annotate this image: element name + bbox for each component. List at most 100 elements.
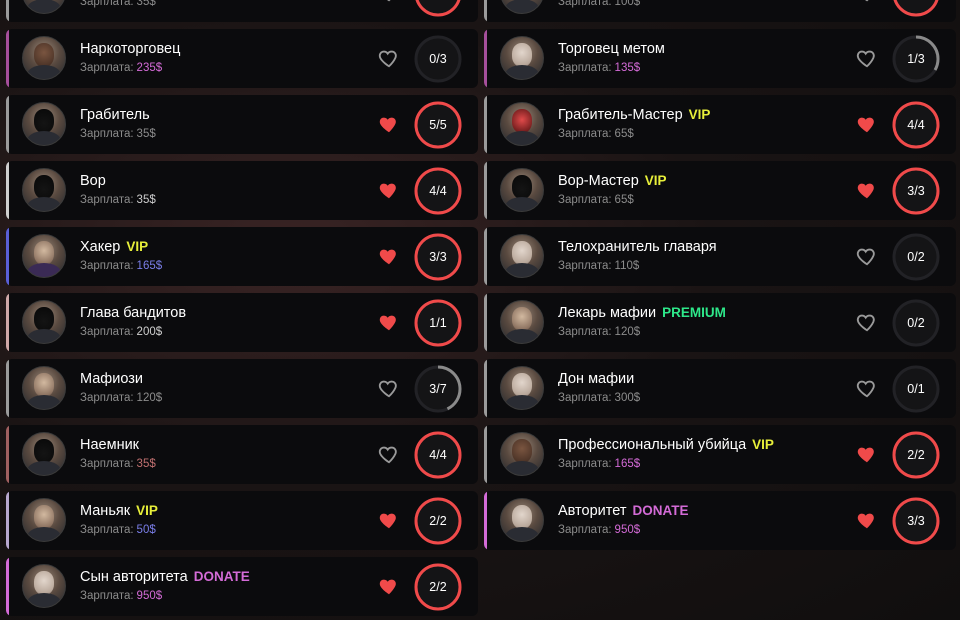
salary-amount: 35$ bbox=[137, 0, 156, 8]
job-card[interactable]: Торговец метом Зарплата: 135$ 1/3 bbox=[484, 29, 956, 88]
card-accent-bar bbox=[6, 29, 9, 88]
job-avatar bbox=[22, 36, 66, 80]
job-name-text: Глава бандитов bbox=[80, 305, 187, 321]
salary-currency: $ bbox=[633, 0, 641, 8]
job-avatar bbox=[500, 498, 544, 542]
avatar-face bbox=[512, 241, 532, 265]
salary-value: 165 bbox=[614, 458, 634, 470]
job-card[interactable]: Дон мафии Зарплата: 300$ 0/1 bbox=[484, 359, 956, 418]
job-name-text: Телохранитель главаря bbox=[558, 239, 717, 255]
salary-label: Зарплата: bbox=[558, 458, 612, 470]
salary-currency: $ bbox=[633, 524, 641, 536]
favorite-heart-icon[interactable] bbox=[856, 113, 878, 135]
card-accent-bar bbox=[6, 227, 9, 286]
job-name: Лекарь мафии PREMIUM bbox=[558, 305, 726, 321]
slots-count: 0/2 bbox=[907, 250, 925, 264]
job-card[interactable]: Маньяк VIP Зарплата: 50$ 2/2 bbox=[6, 491, 478, 550]
job-card[interactable]: Наемник Зарплата: 35$ 4/4 bbox=[6, 425, 478, 484]
job-name-text: Наемник bbox=[80, 437, 140, 453]
job-salary: Зарплата: 35$ bbox=[80, 458, 156, 470]
salary-label: Зарплата: bbox=[558, 524, 612, 536]
favorite-heart-icon[interactable] bbox=[856, 47, 878, 69]
job-tag-badge: VIP bbox=[688, 107, 711, 122]
avatar-face bbox=[512, 505, 532, 529]
job-card[interactable]: Грабитель-Мастер VIP Зарплата: 65$ 4/4 bbox=[484, 95, 956, 154]
avatar-body bbox=[27, 131, 61, 145]
job-salary: Зарплата: 100$ bbox=[558, 0, 640, 8]
salary-value: 35 bbox=[136, 0, 150, 8]
avatar-body bbox=[27, 395, 61, 409]
job-card[interactable]: Вор Зарплата: 35$ 4/4 bbox=[6, 161, 478, 220]
job-card[interactable]: Зарплата: 35$ bbox=[6, 0, 478, 22]
job-card[interactable]: Вор-Мастер VIP Зарплата: 65$ 3/3 bbox=[484, 161, 956, 220]
job-card[interactable]: Лекарь мафии PREMIUM Зарплата: 120$ 0/2 bbox=[484, 293, 956, 352]
salary-amount: 120$ bbox=[137, 392, 163, 404]
job-card[interactable]: Зарплата: 100$ bbox=[484, 0, 956, 22]
card-accent-bar bbox=[484, 359, 487, 418]
salary-amount: 35$ bbox=[137, 458, 156, 470]
avatar-face bbox=[34, 373, 54, 397]
favorite-heart-icon[interactable] bbox=[378, 0, 400, 3]
job-card[interactable]: Телохранитель главаря Зарплата: 110$ 0/2 bbox=[484, 227, 956, 286]
job-name-text: Торговец метом bbox=[558, 41, 665, 57]
favorite-heart-icon[interactable] bbox=[856, 509, 878, 531]
job-card[interactable]: Глава бандитов Зарплата: 200$ 1/1 bbox=[6, 293, 478, 352]
job-name-text: Профессиональный убийца bbox=[558, 437, 747, 453]
favorite-heart-icon[interactable] bbox=[378, 377, 400, 399]
avatar-body bbox=[505, 263, 539, 277]
avatar-body bbox=[505, 395, 539, 409]
favorite-heart-icon[interactable] bbox=[856, 245, 878, 267]
avatar-face bbox=[34, 439, 54, 463]
salary-amount: 235$ bbox=[137, 62, 163, 74]
salary-currency: $ bbox=[627, 128, 634, 140]
salary-label: Зарплата: bbox=[558, 128, 612, 140]
job-card[interactable]: Авторитет DONATE Зарплата: 950$ 3/3 bbox=[484, 491, 956, 550]
job-card[interactable]: Сын авторитета DONATE Зарплата: 950$ 2/2 bbox=[6, 557, 478, 616]
favorite-heart-icon[interactable] bbox=[378, 179, 400, 201]
job-card[interactable]: Хакер VIP Зарплата: 165$ 3/3 bbox=[6, 227, 478, 286]
job-card[interactable]: Грабитель Зарплата: 35$ 5/5 bbox=[6, 95, 478, 154]
job-salary: Зарплата: 300$ bbox=[558, 392, 640, 404]
job-tag-badge: VIP bbox=[752, 437, 774, 452]
job-card[interactable]: Наркоторговец Зарплата: 235$ 0/3 bbox=[6, 29, 478, 88]
salary-amount: 110$ bbox=[615, 260, 640, 272]
favorite-heart-icon[interactable] bbox=[378, 443, 400, 465]
favorite-heart-icon[interactable] bbox=[856, 311, 878, 333]
job-name: Наркоторговец bbox=[80, 41, 180, 57]
salary-value: 200 bbox=[136, 326, 156, 338]
salary-currency: $ bbox=[149, 458, 156, 470]
job-card[interactable]: Профессиональный убийца VIP Зарплата: 165$ 2… bbox=[484, 425, 956, 484]
favorite-heart-icon[interactable] bbox=[378, 311, 400, 333]
job-name: Профессиональный убийца VIP bbox=[558, 437, 774, 453]
favorite-heart-icon[interactable] bbox=[856, 443, 878, 465]
card-accent-bar bbox=[484, 227, 487, 286]
favorite-heart-icon[interactable] bbox=[378, 245, 400, 267]
job-avatar bbox=[22, 0, 66, 14]
favorite-heart-icon[interactable] bbox=[378, 47, 400, 69]
job-tag-badge: VIP bbox=[644, 173, 667, 188]
salary-value: 950 bbox=[136, 590, 156, 602]
job-avatar bbox=[500, 36, 544, 80]
avatar-face bbox=[512, 307, 532, 331]
favorite-heart-icon[interactable] bbox=[856, 179, 878, 201]
card-accent-bar bbox=[484, 29, 487, 88]
favorite-heart-icon[interactable] bbox=[378, 575, 400, 597]
job-name-text: Наркоторговец bbox=[80, 41, 181, 57]
slots-count: 3/3 bbox=[907, 514, 925, 528]
favorite-heart-icon[interactable] bbox=[856, 377, 878, 399]
favorite-heart-icon[interactable] bbox=[856, 0, 878, 3]
favorite-heart-icon[interactable] bbox=[378, 509, 400, 531]
salary-value: 135 bbox=[614, 62, 634, 74]
avatar-face bbox=[34, 109, 54, 133]
salary-currency: $ bbox=[155, 326, 163, 338]
job-avatar bbox=[500, 168, 544, 212]
job-salary: Зарплата: 65$ bbox=[558, 128, 634, 140]
salary-amount: 50$ bbox=[137, 524, 156, 536]
job-avatar bbox=[22, 168, 66, 212]
job-card[interactable]: Мафиози Зарплата: 120$ 3/7 bbox=[6, 359, 478, 418]
salary-currency: $ bbox=[633, 62, 641, 74]
salary-currency: $ bbox=[155, 260, 163, 272]
favorite-heart-icon[interactable] bbox=[378, 113, 400, 135]
job-name-text: Сын авторитета bbox=[80, 569, 188, 585]
salary-currency: $ bbox=[633, 458, 641, 470]
